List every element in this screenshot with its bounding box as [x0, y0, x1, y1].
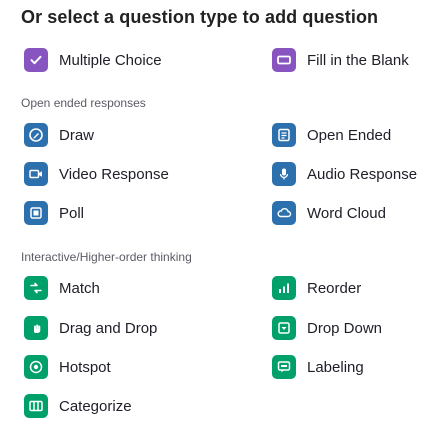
text-lines-icon [272, 123, 296, 147]
question-type-label: Audio Response [307, 165, 418, 183]
labeling-icon [272, 355, 296, 379]
question-type-poll[interactable]: Poll [24, 200, 84, 226]
checkbox-icon [24, 48, 48, 72]
question-type-label: Video Response [59, 165, 169, 183]
question-type-labeling[interactable]: Labeling [272, 354, 364, 380]
question-type-open-ended[interactable]: Open Ended [272, 122, 391, 148]
dropdown-icon [272, 316, 296, 340]
microphone-icon [272, 162, 296, 186]
question-type-label: Multiple Choice [59, 51, 162, 69]
match-icon [24, 276, 48, 300]
question-type-reorder[interactable]: Reorder [272, 275, 361, 301]
cloud-icon [272, 201, 296, 225]
question-type-label: Drop Down [307, 319, 383, 337]
question-type-match[interactable]: Match [24, 275, 100, 301]
question-type-label: Reorder [307, 279, 362, 297]
question-type-hotspot[interactable]: Hotspot [24, 354, 111, 380]
draw-icon [24, 123, 48, 147]
question-type-label: Open Ended [307, 126, 392, 144]
question-type-label: Word Cloud [307, 204, 386, 222]
hotspot-icon [24, 355, 48, 379]
poll-icon [24, 201, 48, 225]
drag-drop-icon [24, 316, 48, 340]
question-type-label: Labeling [307, 358, 364, 376]
question-type-label: Fill in the Blank [307, 51, 409, 69]
panel-title: Or select a question type to add questio… [21, 7, 379, 27]
question-type-multiple-choice[interactable]: Multiple Choice [24, 47, 162, 73]
categorize-icon [24, 394, 48, 418]
section-heading-open-ended: Open ended responses [21, 96, 146, 110]
question-type-video-response[interactable]: Video Response [24, 161, 169, 187]
question-type-label: Match [59, 279, 100, 297]
question-type-label: Draw [59, 126, 95, 144]
question-type-fill-in-the-blank[interactable]: Fill in the Blank [272, 47, 409, 73]
question-type-label: Categorize [59, 397, 132, 415]
question-type-drop-down[interactable]: Drop Down [272, 315, 382, 341]
question-type-drag-and-drop[interactable]: Drag and Drop [24, 315, 157, 341]
section-heading-interactive: Interactive/Higher-order thinking [21, 250, 192, 264]
question-type-draw[interactable]: Draw [24, 122, 94, 148]
question-type-panel: Or select a question type to add questio… [0, 0, 445, 429]
video-icon [24, 162, 48, 186]
question-type-word-cloud[interactable]: Word Cloud [272, 200, 386, 226]
question-type-label: Poll [59, 204, 85, 222]
question-type-audio-response[interactable]: Audio Response [272, 161, 417, 187]
blank-box-icon [272, 48, 296, 72]
reorder-bars-icon [272, 276, 296, 300]
question-type-label: Hotspot [59, 358, 111, 376]
question-type-categorize[interactable]: Categorize [24, 393, 132, 419]
question-type-label: Drag and Drop [59, 319, 158, 337]
